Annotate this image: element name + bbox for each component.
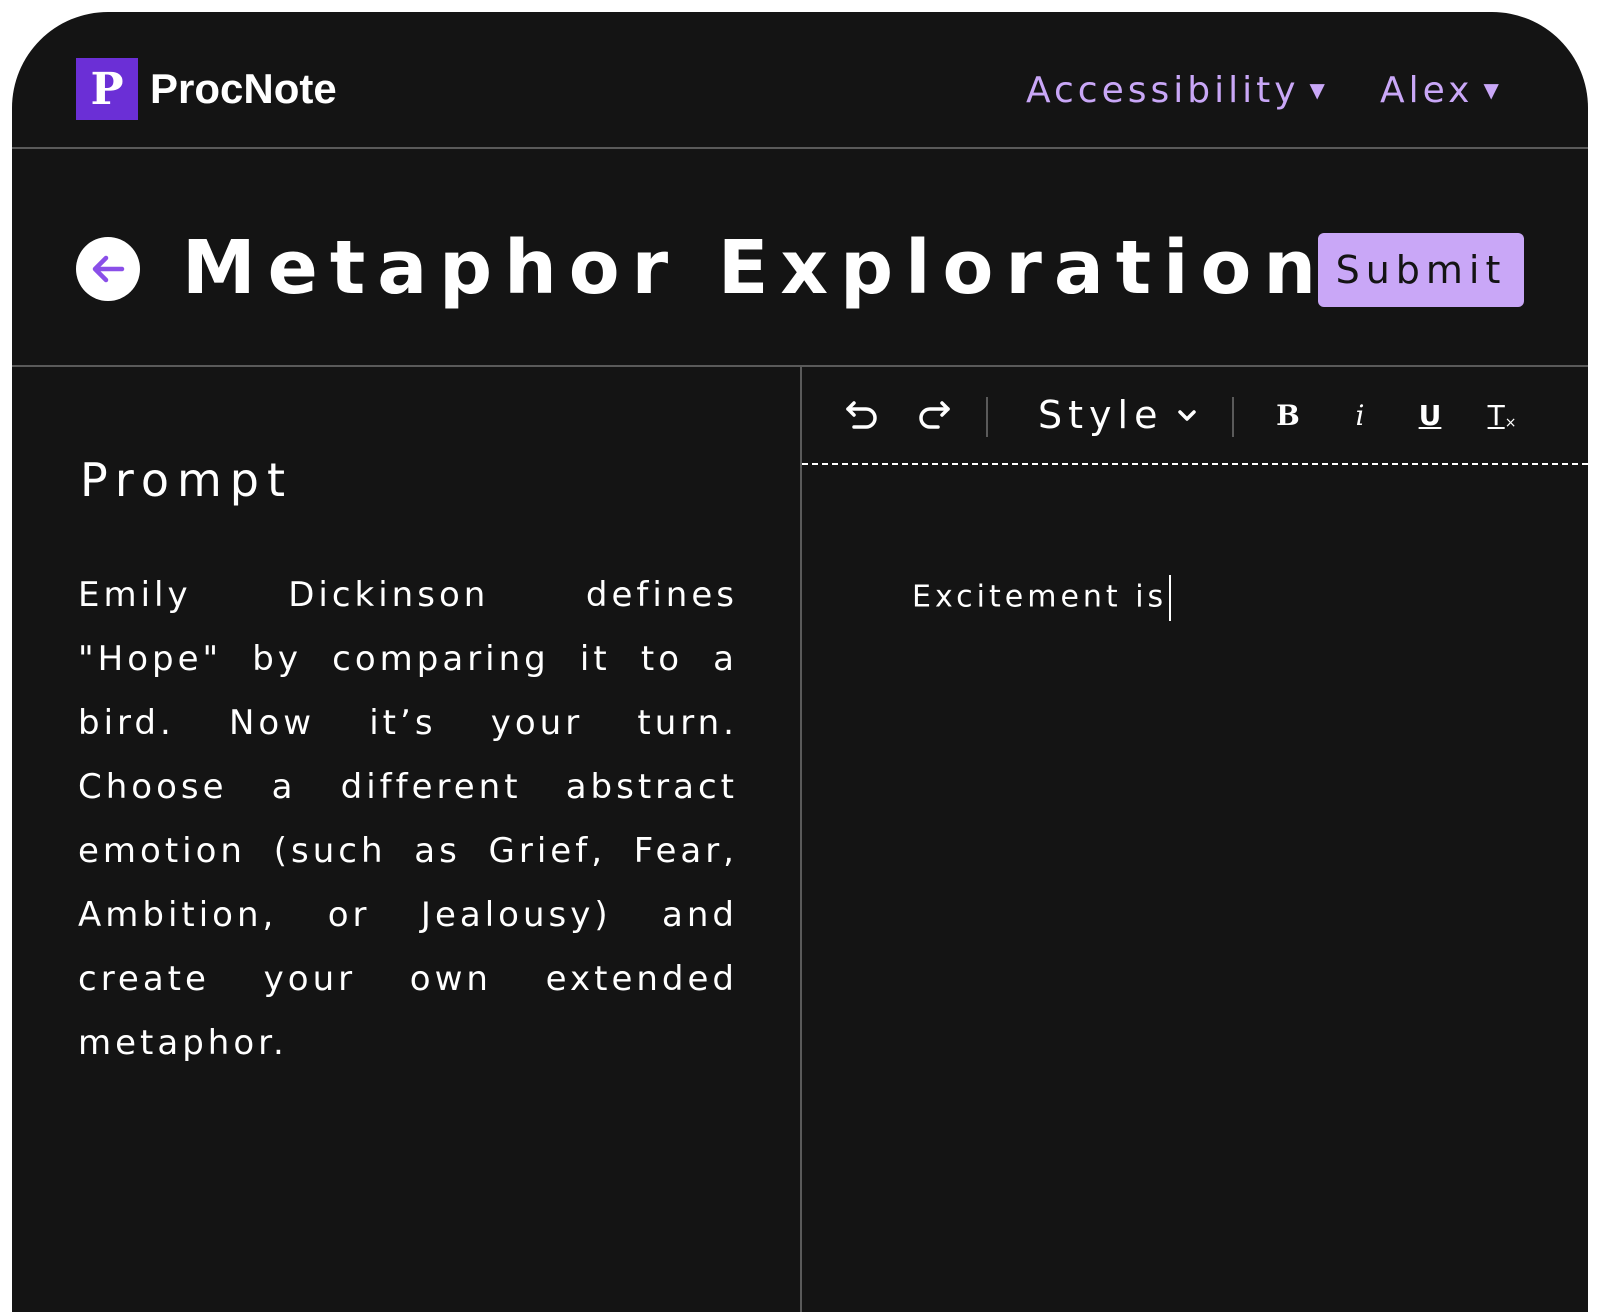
submit-button[interactable]: Submit: [1318, 233, 1524, 307]
undo-icon: [846, 401, 877, 429]
clear-formatting-icon: T: [1487, 398, 1505, 432]
top-navigation-bar: P ProcNote Accessibility ▼ Alex ▼: [12, 12, 1588, 149]
toolbar-divider: [986, 397, 988, 437]
editor-text-area[interactable]: Excitement is: [802, 465, 1588, 1312]
caret-down-icon: ▼: [1483, 78, 1499, 102]
italic-icon: i: [1355, 398, 1365, 432]
user-menu-label: Alex: [1380, 69, 1474, 111]
redo-button[interactable]: [910, 391, 958, 439]
clear-x-mark: ×: [1504, 415, 1517, 431]
bold-icon: B: [1276, 398, 1300, 432]
chevron-down-icon: [1178, 410, 1197, 421]
undo-button[interactable]: [838, 391, 886, 439]
app-name: ProcNote: [150, 65, 337, 112]
editor-toolbar: Style B i U T ×: [802, 367, 1588, 465]
redo-icon: [919, 401, 950, 429]
logo-letter: P: [90, 63, 124, 115]
underline-icon: U: [1418, 398, 1442, 432]
caret-down-icon: ▼: [1309, 78, 1325, 102]
editor-content[interactable]: Excitement is: [912, 575, 1172, 621]
prompt-text: Emily Dickinson defines "Hope" by compar…: [78, 575, 738, 1063]
text-cursor: [1169, 575, 1172, 621]
logo-icon: P: [76, 58, 138, 120]
toolbar-divider: [1232, 397, 1234, 437]
prompt-panel: Prompt Emily Dickinson defines "Hope" by…: [12, 367, 802, 1312]
back-button[interactable]: [76, 237, 140, 301]
underline-button[interactable]: U: [1410, 391, 1450, 439]
page-title: Metaphor Exploration: [182, 225, 1329, 311]
arrow-left-icon: [92, 255, 125, 283]
user-menu[interactable]: Alex ▼: [1380, 66, 1499, 114]
clear-formatting-button[interactable]: T ×: [1480, 391, 1524, 439]
prompt-heading: Prompt: [80, 453, 294, 507]
bold-button[interactable]: B: [1268, 391, 1308, 439]
style-dropdown-label: Style: [1038, 393, 1164, 437]
italic-button[interactable]: i: [1340, 391, 1380, 439]
page-header: Metaphor Exploration Submit: [12, 149, 1588, 367]
editor-panel: Style B i U T × Excitement is: [802, 367, 1588, 1312]
app-window: P ProcNote Accessibility ▼ Alex ▼ Metaph…: [12, 12, 1588, 1312]
accessibility-menu[interactable]: Accessibility ▼: [1026, 66, 1325, 114]
accessibility-menu-label: Accessibility: [1026, 69, 1300, 111]
style-dropdown[interactable]: Style: [1038, 391, 1199, 439]
editor-text: Excitement is: [912, 579, 1168, 615]
